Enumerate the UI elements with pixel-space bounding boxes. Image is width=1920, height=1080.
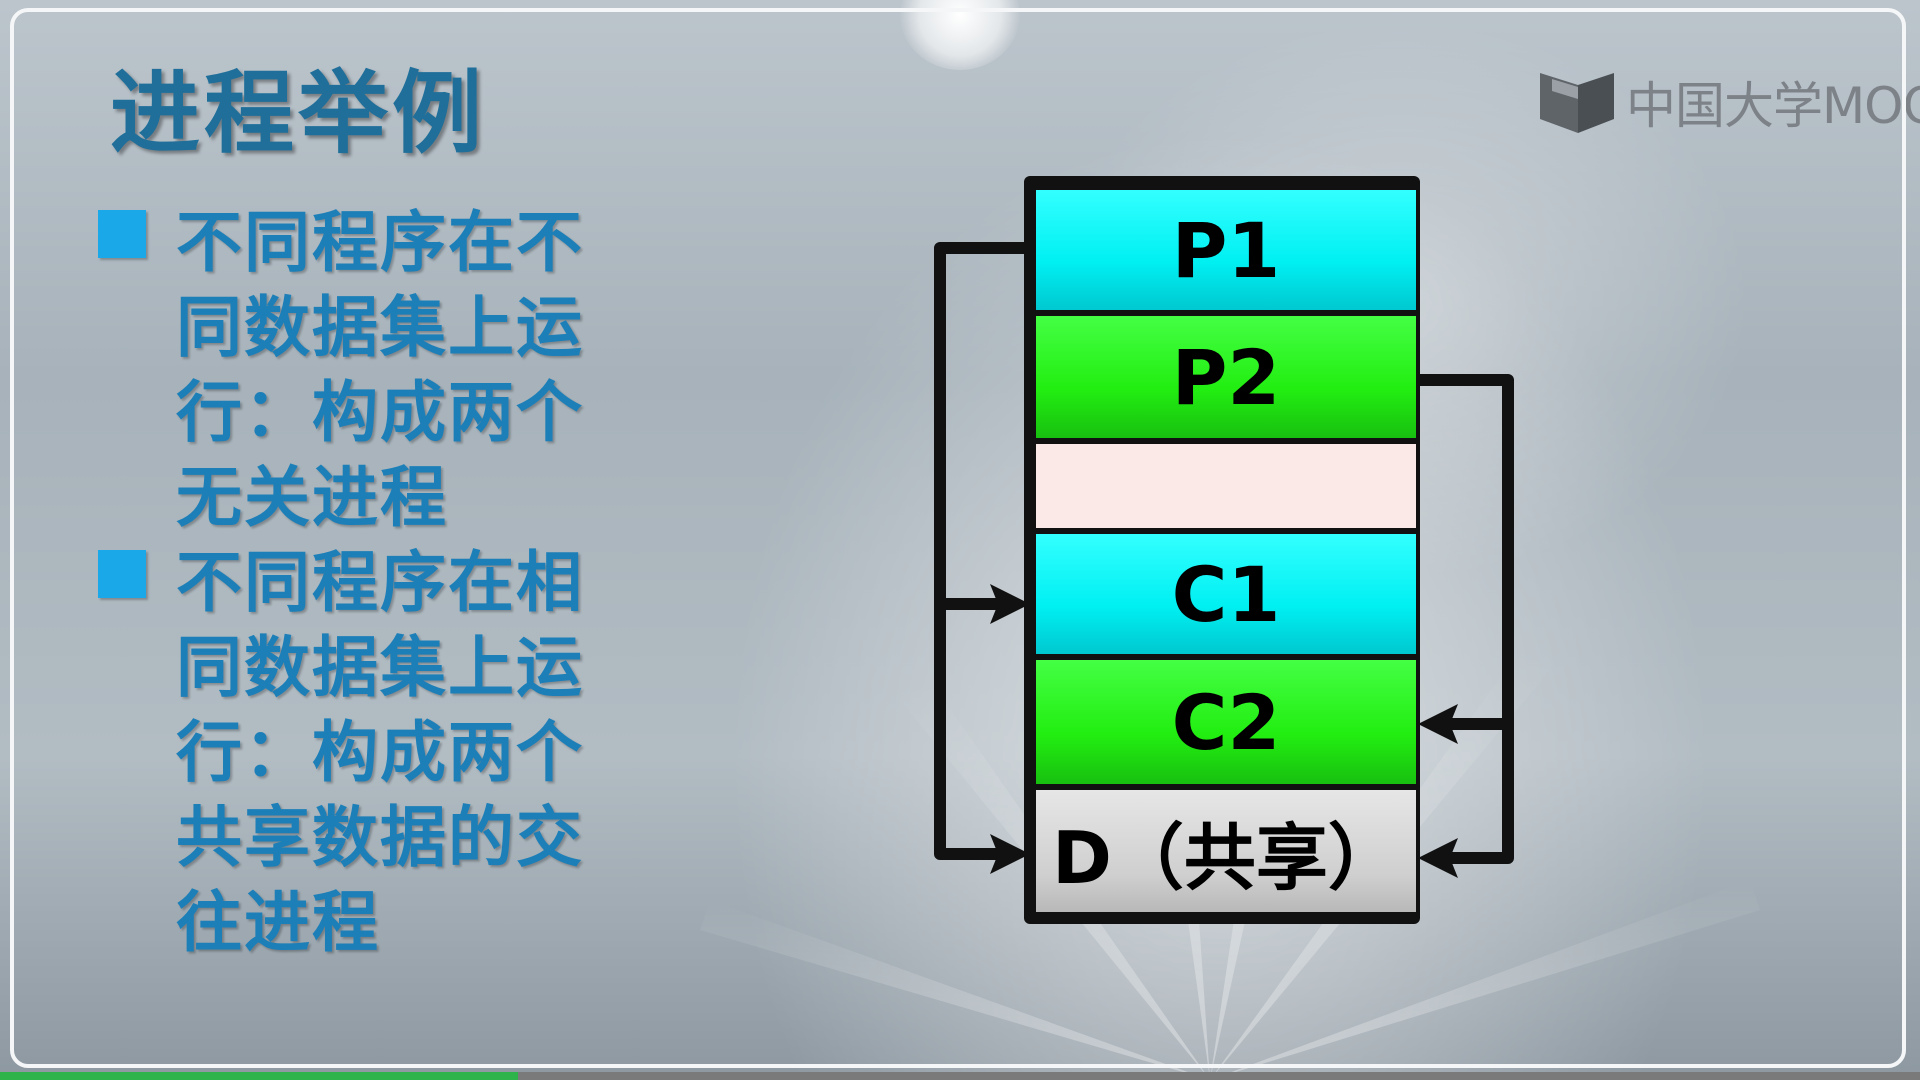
segment-p1: P1 — [1036, 190, 1416, 316]
process-memory-diagram: P1 P2 C1 C2 D（共享） — [0, 0, 1920, 1080]
video-progress-bar[interactable] — [0, 1072, 1920, 1080]
segment-c2: C2 — [1036, 660, 1416, 790]
segment-c1: C1 — [1036, 534, 1416, 660]
segment-d-shared: D（共享） — [1036, 790, 1416, 912]
arrow-line-p2-c2 — [1414, 374, 1514, 730]
arrow-line-p1-d — [934, 598, 1006, 860]
link-arrows — [934, 242, 1514, 878]
slide: 进程举例 中国大学MOOC 不同程序在不同数据集上运行：构成两个无关进程 不同程… — [0, 0, 1920, 1080]
segment-free — [1036, 444, 1416, 534]
arrow-line-p1-c1 — [934, 242, 1030, 610]
video-progress-fill — [0, 1072, 519, 1080]
arrow-line-p2-d — [1442, 718, 1514, 864]
segment-p2: P2 — [1036, 316, 1416, 444]
